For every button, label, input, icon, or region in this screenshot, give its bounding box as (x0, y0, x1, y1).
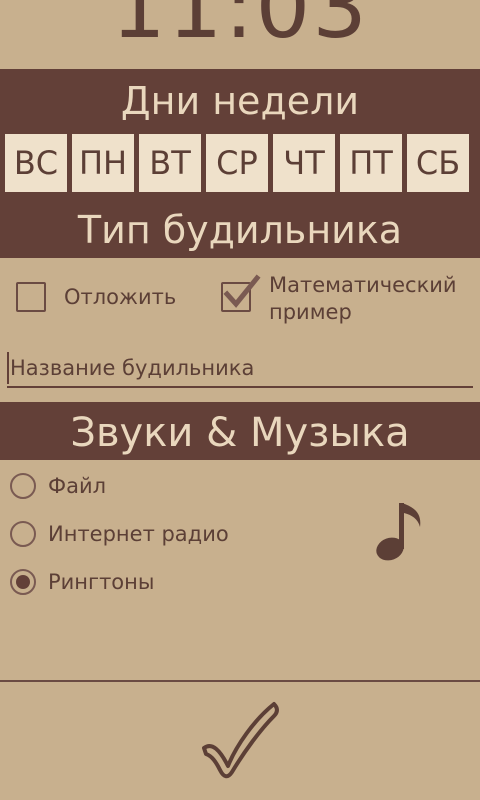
alarm-type-title: Тип будильника (77, 208, 403, 252)
sound-section-header: Звуки & Музыка (0, 402, 480, 460)
text-cursor (7, 352, 9, 384)
internet-radio-radio[interactable] (10, 521, 36, 547)
alarm-name-field[interactable]: Название будильника (7, 352, 473, 388)
snooze-checkbox[interactable] (16, 282, 46, 312)
ringtones-radio[interactable] (10, 569, 36, 595)
snooze-label: Отложить (64, 285, 177, 309)
day-sat-button[interactable]: СБ (407, 134, 469, 192)
ringtones-label: Рингтоны (48, 570, 155, 594)
snooze-option[interactable]: Отложить (16, 282, 176, 312)
checkmark-small-icon (223, 274, 261, 308)
alarm-type-header: Тип будильника (0, 198, 480, 258)
math-label-line1: Математический (269, 273, 457, 297)
file-radio[interactable] (10, 473, 36, 499)
day-tue-button[interactable]: ВТ (139, 134, 201, 192)
sound-option-internet-radio[interactable]: Интернет радио (10, 521, 229, 547)
internet-radio-label: Интернет радио (48, 522, 229, 546)
sound-option-file[interactable]: Файл (10, 473, 106, 499)
math-checkbox[interactable] (221, 274, 261, 312)
day-sun-button[interactable]: ВС (5, 134, 67, 192)
sound-title: Звуки & Музыка (70, 410, 410, 456)
math-label: Математический пример (269, 272, 457, 326)
day-thu-button[interactable]: ЧТ (273, 134, 335, 192)
math-label-line2: пример (269, 300, 352, 324)
day-wed-button[interactable]: СР (206, 134, 268, 192)
bottom-divider (0, 680, 480, 682)
file-label: Файл (48, 474, 107, 498)
alarm-time[interactable]: 11:03 (0, 0, 480, 52)
days-title: Дни недели (120, 79, 360, 123)
day-fri-button[interactable]: ПТ (340, 134, 402, 192)
days-section: Дни недели ВС ПН ВТ СР ЧТ ПТ СБ (0, 69, 480, 198)
checkmark-icon[interactable] (198, 698, 284, 784)
math-option[interactable]: Математический пример (221, 272, 457, 326)
music-note-icon[interactable] (372, 497, 428, 569)
radio-selected-dot (16, 575, 30, 589)
days-row: ВС ПН ВТ СР ЧТ ПТ СБ (5, 134, 469, 192)
sound-option-ringtones[interactable]: Рингтоны (10, 569, 154, 595)
alarm-name-placeholder: Название будильника (10, 356, 255, 380)
day-mon-button[interactable]: ПН (72, 134, 134, 192)
